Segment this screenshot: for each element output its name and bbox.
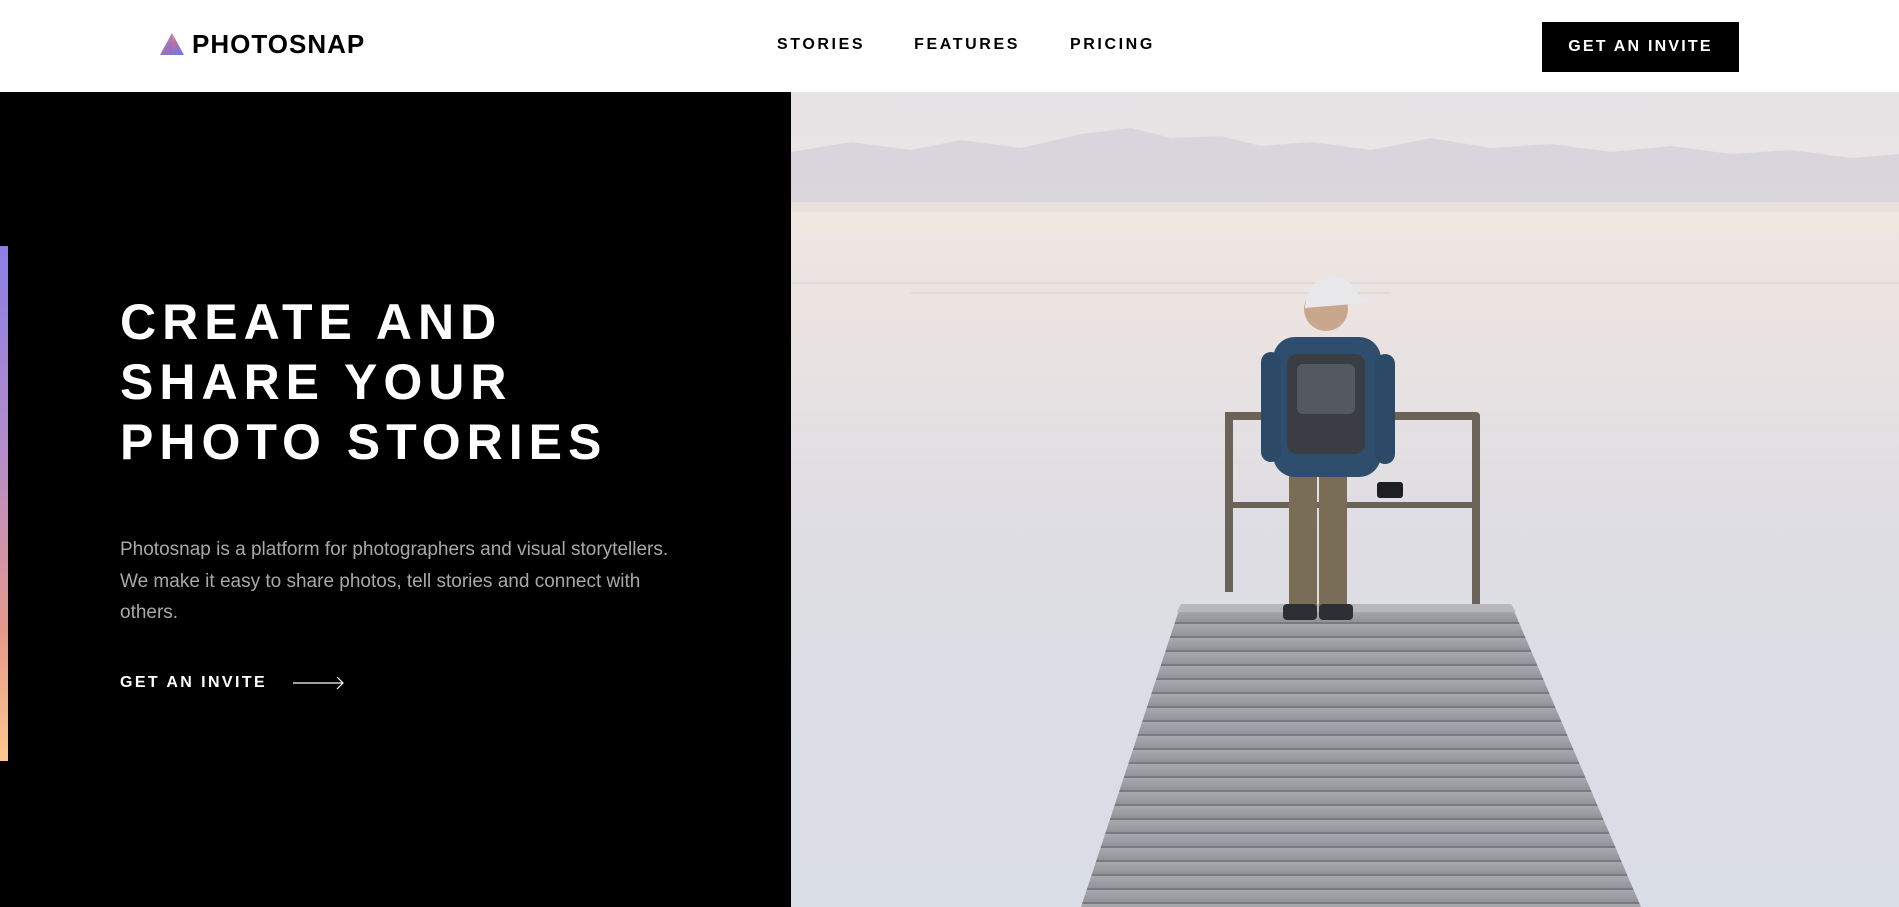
nav-link-pricing[interactable]: PRICING xyxy=(1070,36,1155,54)
site-header: PHOTOSNAP STORIES FEATURES PRICING GET A… xyxy=(0,0,1899,92)
brand-logo[interactable]: PHOTOSNAP xyxy=(160,28,365,60)
hero-accent-bar xyxy=(0,246,8,761)
primary-nav: STORIES FEATURES PRICING xyxy=(777,36,1155,54)
hero-title: CREATE AND SHARE YOUR PHOTO STORIES xyxy=(120,292,680,472)
get-invite-button[interactable]: GET AN INVITE xyxy=(1542,22,1739,72)
photosnap-logo-icon xyxy=(160,33,184,55)
hero-title-line: PHOTO STORIES xyxy=(120,414,608,470)
hero-link-label: GET AN INVITE xyxy=(120,674,268,691)
nav-link-stories[interactable]: STORIES xyxy=(777,36,865,54)
hero-title-line: SHARE YOUR xyxy=(120,354,513,410)
nav-link-features[interactable]: FEATURES xyxy=(914,36,1020,54)
arrow-right-icon xyxy=(293,676,344,690)
brand-name: PHOTOSNAP xyxy=(192,28,366,59)
hero-image xyxy=(791,92,1899,907)
hero-title-line: CREATE AND xyxy=(120,294,503,350)
hero-description: Photosnap is a platform for photographer… xyxy=(120,539,669,623)
hero-get-invite-link[interactable]: GET AN INVITE xyxy=(120,674,345,692)
hero-text-panel: CREATE AND SHARE YOUR PHOTO STORIES Phot… xyxy=(0,92,791,907)
hero-photo-illustration xyxy=(791,92,1899,907)
